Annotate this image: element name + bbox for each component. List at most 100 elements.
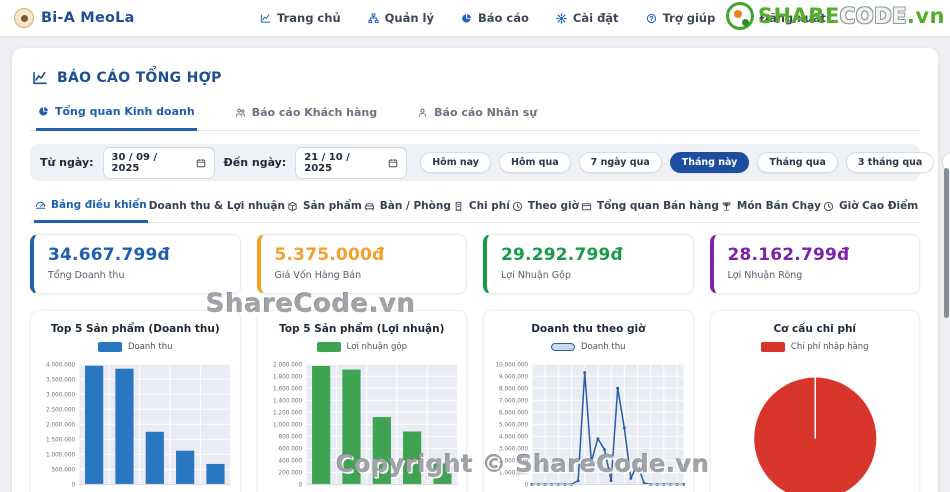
nav-item-label: Cài đặt — [572, 11, 619, 25]
svg-text:0: 0 — [525, 482, 529, 488]
from-date-input[interactable]: 30 / 09 / 2025 — [102, 146, 215, 179]
svg-text:2.000.000: 2.000.000 — [46, 422, 75, 428]
nav-item-manage[interactable]: Quản lý — [368, 11, 434, 25]
stat-cards-row: 34.667.799đ Tổng Doanh thu 5.375.000đ Gi… — [30, 234, 920, 294]
svg-text:7.000.000: 7.000.000 — [499, 398, 528, 404]
quick-range-pill[interactable]: Tháng này — [669, 152, 750, 173]
brand-logo-icon — [14, 8, 34, 28]
legend-swatch — [550, 343, 575, 351]
nav-item-settings[interactable]: Cài đặt — [556, 11, 619, 25]
tab-tables-rooms[interactable]: Bàn / Phòng — [363, 191, 452, 222]
tab-customer-report[interactable]: Báo cáo Khách hàng — [233, 98, 379, 130]
dashboard-icon — [35, 200, 46, 211]
stat-card-cogs: 5.375.000đ Giá Vốn Hàng Bán — [256, 234, 467, 294]
pie-icon — [461, 13, 472, 24]
tab-products[interactable]: Sản phẩm — [286, 191, 363, 222]
clock-icon — [823, 201, 834, 212]
svg-text:1.400.000: 1.400.000 — [273, 398, 302, 404]
chart-title: Doanh thu theo giờ — [531, 323, 646, 335]
tab-best-sellers[interactable]: Món Bán Chạy — [720, 191, 822, 222]
chart-panel-top5-revenue: Top 5 Sản phẩm (Doanh thu) Doanh thu 0 50… — [30, 310, 241, 492]
tab-label: Báo cáo Nhân sự — [434, 106, 538, 119]
sharecode-badge-watermark: SHARECODE.vn — [725, 2, 945, 30]
stat-label: Tổng Doanh thu — [48, 270, 125, 281]
box-icon — [287, 201, 298, 212]
brand-name: Bi-A MeoLa — [41, 10, 135, 26]
chart-legend: Doanh thu — [490, 342, 687, 352]
quick-ranges: Hôm nay Hôm qua 7 ngày qua Tháng này Tháng q… — [420, 152, 950, 173]
chart-panel-expense-structure: Cơ cấu chi phí Chi phí nhập hàng — [709, 310, 920, 492]
svg-text:1.600.000: 1.600.000 — [273, 386, 302, 392]
svg-text:4.000.000: 4.000.000 — [46, 362, 75, 368]
to-date-input[interactable]: 21 / 10 / 2025 — [295, 146, 408, 179]
svg-text:3.000.000: 3.000.000 — [499, 446, 528, 452]
tab-expenses[interactable]: Chi phí — [452, 191, 511, 222]
svg-text:1.200.000: 1.200.000 — [273, 410, 302, 416]
brand[interactable]: Bi-A MeoLa — [14, 8, 135, 28]
tab-sales-overview[interactable]: Tổng quan Bán hàng — [580, 191, 720, 222]
stat-value: 28.162.799đ — [727, 245, 850, 265]
svg-text:1.000.000: 1.000.000 — [46, 452, 75, 458]
chart-title: Top 5 Sản phẩm (Lợi nhuận) — [279, 323, 445, 335]
trophy-icon — [721, 201, 732, 212]
quick-range-pill[interactable]: 7 ngày qua — [578, 152, 662, 173]
quick-range-pill[interactable]: Tháng qua — [757, 152, 838, 173]
tab-label: Doanh thu & Lợi nhuận — [148, 200, 285, 212]
watermark-vn: .vn — [906, 4, 945, 28]
svg-text:200.000: 200.000 — [278, 470, 302, 476]
nav-item-reports[interactable]: Báo cáo — [461, 11, 529, 25]
calendar-icon — [196, 158, 206, 168]
nav-item-help[interactable]: Trợ giúp — [646, 11, 715, 25]
tab-label: Tổng quan Kinh doanh — [55, 105, 195, 118]
svg-text:5.000.000: 5.000.000 — [499, 422, 528, 428]
svg-text:2.000.000: 2.000.000 — [499, 458, 528, 464]
quick-range-pill[interactable]: Hôm nay — [420, 152, 491, 173]
tab-label: Tổng quan Bán hàng — [596, 200, 719, 212]
users-icon — [235, 107, 246, 118]
tab-hr-report[interactable]: Báo cáo Nhân sự — [415, 98, 539, 130]
tab-label: Bảng điều khiển — [51, 199, 147, 211]
tab-dashboard[interactable]: Bảng điều khiển — [34, 191, 148, 223]
stat-value: 5.375.000đ — [274, 245, 385, 265]
pie-icon — [38, 106, 49, 117]
svg-text:10.000.000: 10.000.000 — [495, 362, 528, 368]
quick-range-pill[interactable]: Hôm qua — [499, 152, 571, 173]
chart-title: Cơ cấu chi phí — [773, 323, 857, 335]
svg-text:800.000: 800.000 — [278, 434, 302, 440]
charts-row: Top 5 Sản phẩm (Doanh thu) Doanh thu 0 50… — [30, 310, 920, 492]
chart-legend: Chi phí nhập hàng — [717, 342, 914, 352]
gear-icon — [556, 12, 567, 24]
svg-text:500.000: 500.000 — [51, 467, 75, 473]
svg-text:9.000.000: 9.000.000 — [499, 374, 528, 380]
tab-by-hour[interactable]: Theo giờ — [511, 191, 580, 222]
nav-item-label: Quản lý — [384, 11, 434, 25]
user-icon — [417, 107, 428, 118]
svg-text:8.000.000: 8.000.000 — [499, 386, 528, 392]
legend-swatch — [316, 342, 341, 352]
filter-bar: Từ ngày: 30 / 09 / 2025 Đến ngày: 21 / 1… — [30, 144, 950, 181]
chart-panel-hourly-revenue: Doanh thu theo giờ Doanh thu 0 1.000.000 2… — [483, 310, 694, 492]
receipt-icon — [453, 201, 464, 212]
svg-text:400.000: 400.000 — [278, 458, 302, 464]
quick-range-pill[interactable]: 3 tháng qua — [845, 152, 935, 173]
svg-text:0: 0 — [72, 482, 76, 488]
nav-item-home[interactable]: Trang chủ — [260, 11, 341, 25]
vertical-scrollbar-thumb[interactable] — [944, 168, 949, 318]
legend-swatch — [760, 342, 785, 352]
legend-label: Doanh thu — [580, 342, 626, 352]
nav-item-label: Báo cáo — [478, 11, 529, 25]
tab-label: Giờ Cao Điểm — [839, 200, 919, 212]
tab-revenue-profit[interactable]: Doanh thu & Lợi nhuận — [148, 191, 286, 222]
to-date-label: Đến ngày: — [223, 156, 287, 169]
stat-label: Lợi Nhuận Gộp — [501, 270, 571, 281]
stat-card-net-profit: 28.162.799đ Lợi Nhuận Ròng — [709, 234, 920, 294]
tab-label: Báo cáo Khách hàng — [251, 106, 378, 119]
calendar-icon — [388, 158, 398, 168]
from-date-label: Từ ngày: — [40, 156, 94, 169]
couch-icon — [364, 201, 375, 212]
legend-label: Chi phí nhập hàng — [790, 342, 869, 352]
tab-peak-hours[interactable]: Giờ Cao Điểm — [822, 191, 919, 222]
legend-label: Doanh thu — [127, 342, 173, 352]
chart-line-icon — [260, 13, 271, 24]
tab-business-overview[interactable]: Tổng quan Kinh doanh — [36, 98, 197, 131]
